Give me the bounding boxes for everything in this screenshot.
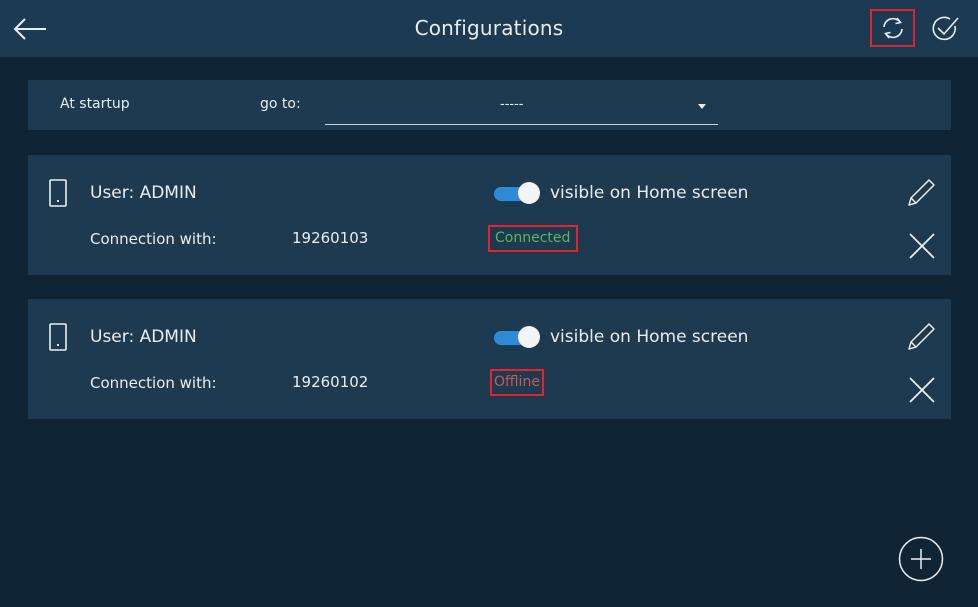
edit-button[interactable] <box>905 319 937 353</box>
device-icon <box>49 179 67 207</box>
sync-button[interactable] <box>870 9 915 47</box>
goto-label: go to: <box>260 96 301 112</box>
plus-circle-icon <box>898 536 944 582</box>
device-icon <box>49 323 67 351</box>
status-badge: Offline <box>490 369 544 396</box>
page-title: Configurations <box>414 16 564 40</box>
visible-label: visible on Home screen <box>550 327 749 347</box>
connection-label: Connection with: <box>90 374 217 392</box>
startup-screen-select[interactable]: ----- <box>325 90 718 125</box>
toggle-knob <box>518 326 540 348</box>
startup-panel: At startup go to: ----- <box>28 80 951 130</box>
user-label: User: ADMIN <box>90 183 197 203</box>
pencil-icon <box>908 179 935 206</box>
caret-down-icon <box>698 104 706 109</box>
configuration-card: User: ADMIN visible on Home screen Conne… <box>28 299 951 419</box>
close-icon <box>909 233 935 259</box>
visible-label: visible on Home screen <box>550 183 749 203</box>
visible-toggle[interactable] <box>494 182 542 206</box>
status-badge: Connected <box>488 225 579 252</box>
close-icon <box>909 377 935 403</box>
select-value: ----- <box>500 97 524 112</box>
connection-id: 19260103 <box>292 229 369 247</box>
user-label: User: ADMIN <box>90 327 197 347</box>
sync-icon <box>882 17 903 39</box>
delete-button[interactable] <box>908 232 936 260</box>
check-circle-icon <box>932 16 959 41</box>
edit-button[interactable] <box>905 175 937 209</box>
delete-button[interactable] <box>908 376 936 404</box>
startup-label: At startup <box>60 96 130 112</box>
visible-toggle[interactable] <box>494 326 542 350</box>
toggle-knob <box>518 182 540 204</box>
header-bar: Configurations <box>0 0 978 57</box>
connection-id: 19260102 <box>292 373 369 391</box>
configuration-card: User: ADMIN visible on Home screen Conne… <box>28 155 951 275</box>
confirm-button[interactable] <box>930 14 960 44</box>
connection-label: Connection with: <box>90 230 217 248</box>
add-configuration-button[interactable] <box>898 536 944 582</box>
pencil-icon <box>908 323 935 350</box>
configurations-screen: Configurations At startup go to: ----- U… <box>0 0 978 607</box>
